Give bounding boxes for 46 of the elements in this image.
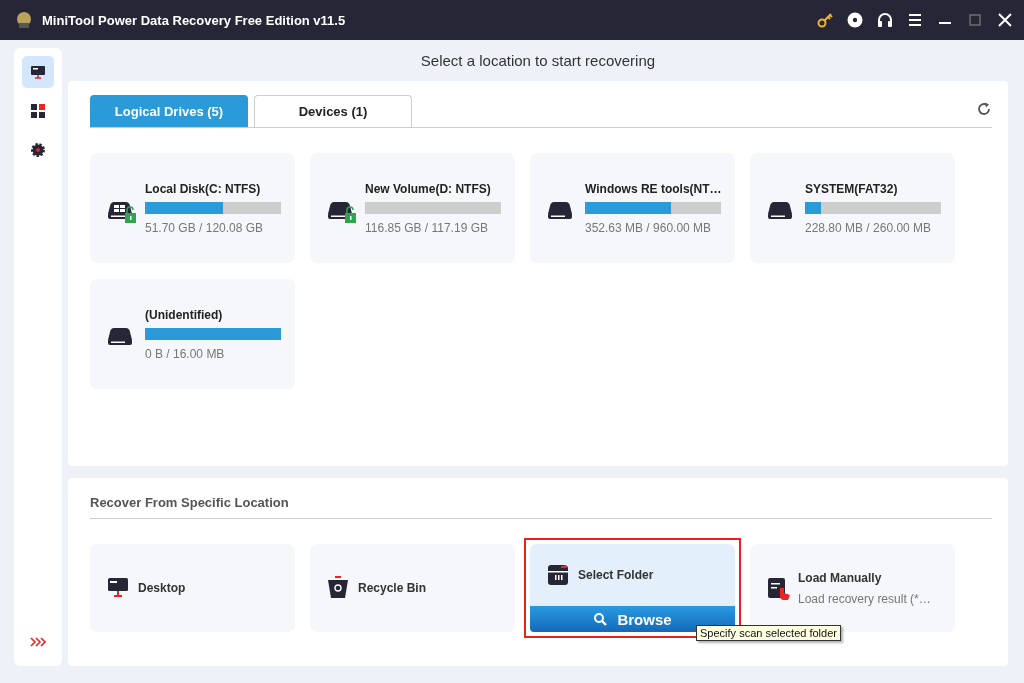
sidebar-item[interactable] (22, 56, 54, 88)
location-name: Select Folder (578, 568, 654, 582)
tooltip: Specify scan selected folder (696, 625, 841, 641)
location-name: Desktop (138, 581, 186, 595)
settings-icon (29, 141, 47, 159)
search-icon (593, 612, 608, 626)
tab[interactable]: Devices (1) (254, 95, 412, 127)
apps-icon (29, 102, 47, 120)
refresh-icon[interactable] (976, 101, 992, 117)
location-card[interactable]: Desktop (90, 544, 295, 632)
drive-usage: 116.85 GB / 117.19 GB (365, 220, 489, 235)
location-name: Recycle Bin (358, 581, 427, 595)
drive-card[interactable]: Local Disk(C: NTFS) 51.70 GB / 120.08 GB (90, 153, 295, 263)
app-logo-icon (14, 10, 34, 30)
section-title: Recover From Specific Location (90, 495, 992, 519)
drive-name: Windows RE tools(NT… (585, 181, 721, 196)
page-heading: Select a location to start recovering (419, 51, 657, 71)
drive-usage: 228.80 MB / 260.00 MB (805, 220, 933, 235)
unlocked-drive-icon (326, 200, 356, 224)
window-title: MiniTool Power Data Recovery Free Edition v11.5 (42, 12, 346, 28)
monitor-icon (29, 63, 47, 81)
location-card[interactable]: Recycle Bin (310, 544, 515, 632)
document-hand-icon (766, 576, 790, 600)
drive-name: Local Disk(C: NTFS) (145, 181, 262, 196)
drive-name: SYSTEM(FAT32) (805, 181, 899, 196)
key-icon[interactable] (816, 11, 834, 29)
menu-icon[interactable] (906, 11, 924, 29)
drive-name: (Unidentified) (145, 307, 224, 322)
drive-usage: 51.70 GB / 120.08 GB (145, 220, 265, 235)
headset-icon[interactable] (876, 11, 894, 29)
close-icon[interactable] (996, 11, 1014, 29)
drive-name: New Volume(D: NTFS) (365, 181, 492, 196)
desktop-icon (106, 576, 130, 600)
location-name: Load Manually (798, 570, 883, 585)
drive-card[interactable]: (Unidentified) 0 B / 16.00 MB (90, 279, 295, 389)
location-subtitle: Load recovery result (*… (798, 591, 931, 606)
disc-icon[interactable] (846, 11, 864, 29)
drive-usage: 0 B / 16.00 MB (145, 346, 226, 361)
drive-card[interactable]: New Volume(D: NTFS) 116.85 GB / 117.19 GB (310, 153, 515, 263)
folder-icon (546, 563, 570, 587)
trash-icon (326, 576, 350, 600)
windows-drive-icon (106, 200, 136, 224)
drive-usage: 352.63 MB / 960.00 MB (585, 220, 713, 235)
drive-card[interactable]: Windows RE tools(NT… 352.63 MB / 960.00 MB (530, 153, 735, 263)
expand-chevrons-icon[interactable] (30, 636, 46, 648)
drive-card[interactable]: SYSTEM(FAT32) 228.80 MB / 260.00 MB (750, 153, 955, 263)
